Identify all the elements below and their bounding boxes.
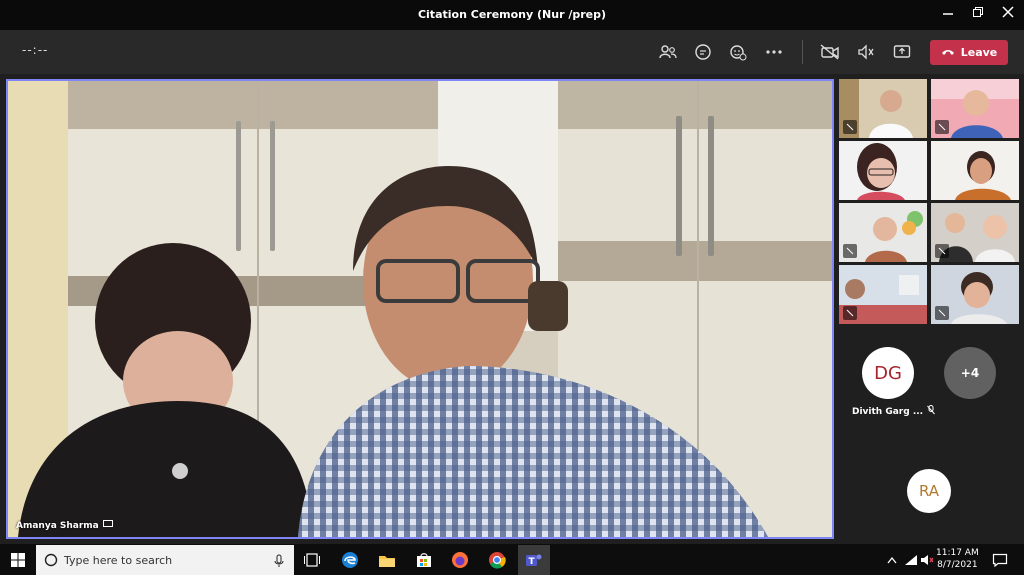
mic-muted-icon xyxy=(935,306,949,320)
search-placeholder: Type here to search xyxy=(64,553,173,567)
notifications-icon[interactable] xyxy=(988,548,1012,572)
mic-muted-icon xyxy=(935,120,949,134)
participant-video-thumb[interactable] xyxy=(931,203,1019,262)
title-bar: Citation Ceremony (Nur /prep) xyxy=(0,0,1024,30)
mic-muted-icon xyxy=(843,244,857,258)
screen-share-indicator-icon xyxy=(102,520,113,531)
windows-taskbar: Type here to search T 11:17 AM 8/7/2021 xyxy=(0,544,1024,575)
participant-name-label: Divith Garg ... xyxy=(852,405,935,418)
more-options-icon[interactable] xyxy=(762,40,786,64)
reactions-icon[interactable] xyxy=(726,40,750,64)
participant-video-thumb[interactable] xyxy=(839,203,927,262)
microphone-icon[interactable] xyxy=(274,553,284,572)
participant-avatar[interactable]: DG xyxy=(862,347,914,399)
audio-participant-avatar[interactable]: RA xyxy=(907,469,951,513)
participant-video-thumb[interactable] xyxy=(931,79,1019,138)
task-view-icon[interactable] xyxy=(300,548,324,572)
store-icon[interactable] xyxy=(412,548,436,572)
toolbar-divider xyxy=(802,40,803,64)
video-frame-image xyxy=(8,81,832,537)
mic-muted-icon xyxy=(927,405,935,418)
windows-start-icon[interactable] xyxy=(6,548,30,572)
participant-video-thumb[interactable] xyxy=(839,265,927,324)
speaker-name-label: Amanya Sharma xyxy=(16,520,113,531)
hangup-icon xyxy=(941,46,955,59)
file-explorer-icon[interactable] xyxy=(375,548,399,572)
search-icon xyxy=(44,553,58,567)
close-icon[interactable] xyxy=(1000,6,1016,22)
minimize-icon[interactable] xyxy=(940,6,956,22)
participant-name: Divith Garg ... xyxy=(852,406,924,417)
taskbar-search-box[interactable]: Type here to search xyxy=(36,545,294,575)
participant-video-thumb[interactable] xyxy=(839,141,927,200)
chrome-icon[interactable] xyxy=(485,548,509,572)
share-screen-icon[interactable] xyxy=(890,40,914,64)
meeting-toolbar: --:-- Leave xyxy=(0,30,1024,74)
speaker-name: Amanya Sharma xyxy=(16,520,99,531)
svg-text:T: T xyxy=(529,557,536,567)
chat-icon[interactable] xyxy=(691,40,715,64)
mic-muted-icon xyxy=(843,120,857,134)
window-title: Citation Ceremony (Nur /prep) xyxy=(417,8,607,21)
participants-icon[interactable] xyxy=(656,40,680,64)
participant-video-thumb[interactable] xyxy=(839,79,927,138)
meeting-timer: --:-- xyxy=(22,43,49,57)
firefox-icon[interactable] xyxy=(448,548,472,572)
mic-muted-icon xyxy=(843,306,857,320)
main-speaker-video[interactable]: Amanya Sharma xyxy=(6,79,834,539)
leave-button[interactable]: Leave xyxy=(930,40,1008,65)
camera-off-icon[interactable] xyxy=(818,40,842,64)
clock-date: 8/7/2021 xyxy=(937,560,978,570)
edge-browser-icon[interactable] xyxy=(338,548,362,572)
more-participants-button[interactable]: +4 xyxy=(944,347,996,399)
participant-video-thumb[interactable] xyxy=(931,265,1019,324)
participant-video-thumb[interactable] xyxy=(931,141,1019,200)
restore-icon[interactable] xyxy=(970,6,986,22)
mic-muted-icon xyxy=(935,244,949,258)
system-clock[interactable]: 11:17 AM 8/7/2021 xyxy=(936,547,979,571)
mic-muted-icon[interactable] xyxy=(854,40,878,64)
leave-label: Leave xyxy=(960,46,998,59)
clock-time: 11:17 AM xyxy=(936,548,979,558)
teams-icon[interactable]: T xyxy=(518,545,550,575)
